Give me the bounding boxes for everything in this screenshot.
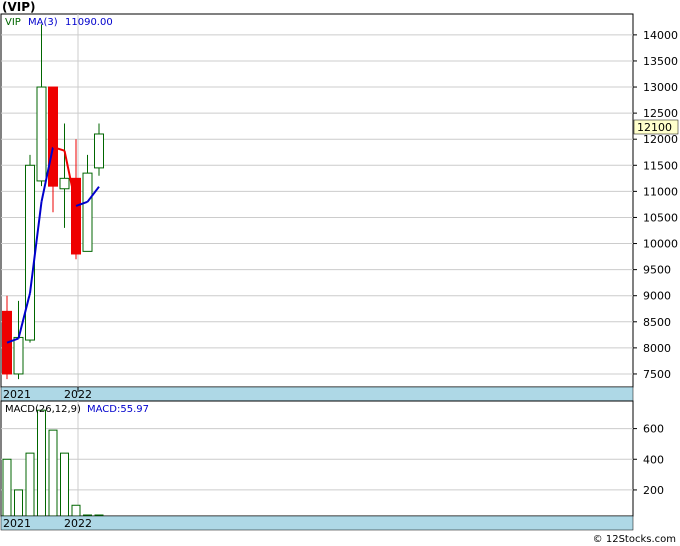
macd-bar	[71, 504, 81, 517]
macd-y-axis: 200 400 600	[633, 423, 664, 497]
macd-x-label-2021: 2021	[3, 517, 31, 530]
price-x-axis-band	[0, 386, 634, 402]
price-y-tick-label: 8000	[643, 342, 671, 355]
price-legend-ma-value: 11090.00	[65, 17, 113, 28]
candle-up	[25, 164, 35, 341]
price-y-tick-label: 14000	[643, 29, 678, 42]
macd-bar	[2, 458, 12, 517]
macd-x-label-2022: 2022	[64, 517, 92, 530]
macd-panel-frame	[0, 400, 634, 517]
price-x-label-2022: 2022	[64, 388, 92, 401]
price-y-tick-label: 13500	[643, 55, 678, 68]
price-y-tick-label: 10000	[643, 238, 678, 251]
macd-bar	[25, 452, 35, 517]
price-y-tick-label: 8500	[643, 316, 671, 329]
stock-chart: 7500 8000 8500 9000 9500 10000 10500 11000 11500…	[0, 13, 679, 531]
price-y-tick-label: 7500	[643, 368, 671, 381]
candle-up	[59, 177, 70, 190]
macd-bar	[14, 489, 23, 517]
macd-bar	[37, 409, 46, 517]
candle-down	[48, 86, 58, 187]
macd-y-tick-label: 400	[643, 453, 664, 466]
macd-legend-value: MACD:55.97	[87, 404, 149, 415]
macd-legend-label: MACD(26,12,9)	[5, 404, 81, 415]
price-legend-ma-label: MA(3)	[28, 17, 58, 28]
price-y-tick-label: 11000	[643, 185, 678, 198]
candle-up	[13, 336, 24, 375]
macd-x-axis-band	[0, 515, 634, 531]
price-y-tick-label: 10500	[643, 211, 678, 224]
price-y-tick-label: 12000	[643, 133, 678, 146]
price-y-axis: 7500 8000 8500 9000 9500 10000 10500 11000 11500…	[633, 29, 678, 381]
last-price-label: 12100	[637, 121, 672, 134]
price-y-tick-label: 11500	[643, 159, 678, 172]
price-legend-symbol: VIP	[5, 17, 21, 28]
price-y-tick-label: 12500	[643, 107, 678, 120]
macd-y-tick-label: 200	[643, 484, 664, 497]
candle-up	[94, 133, 104, 169]
macd-bar	[60, 452, 69, 517]
price-panel-frame	[0, 13, 634, 388]
price-y-tick-label: 9000	[643, 290, 671, 303]
candle-up	[82, 172, 93, 252]
candle-up	[36, 86, 47, 182]
footer-credit: © 12Stocks.com	[592, 534, 676, 545]
price-x-label-2021: 2021	[3, 388, 31, 401]
price-y-tick-label: 13000	[643, 81, 678, 94]
macd-bar	[48, 429, 58, 517]
price-y-tick-label: 9500	[643, 264, 671, 277]
macd-y-tick-label: 600	[643, 423, 664, 436]
